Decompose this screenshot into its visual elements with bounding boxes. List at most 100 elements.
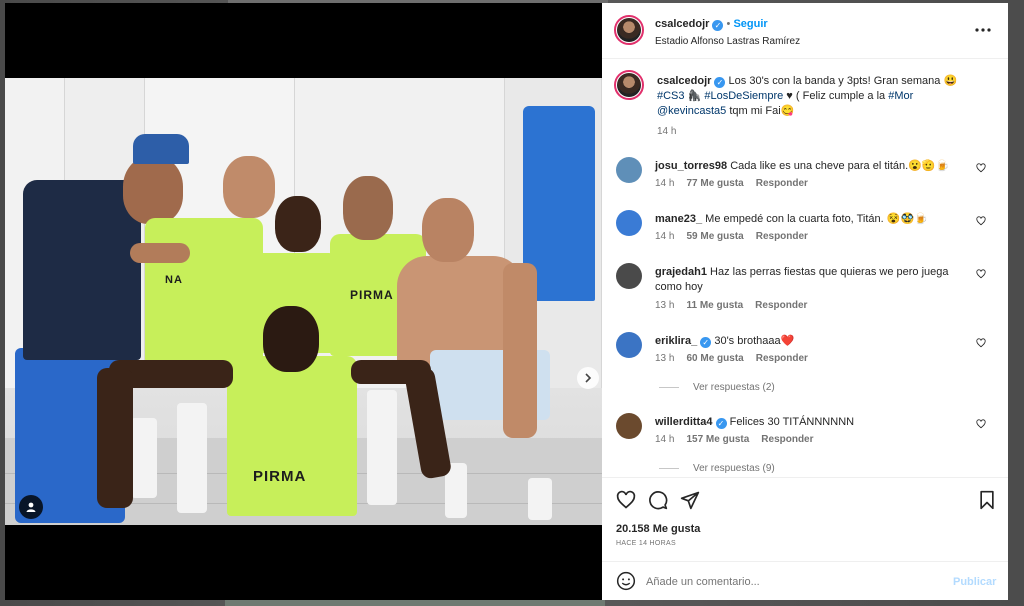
reply-button[interactable]: Responder	[756, 178, 808, 189]
person-sock	[177, 403, 207, 513]
comment-username[interactable]: grajedah1	[655, 266, 707, 278]
person-sock	[131, 418, 157, 498]
user-icon	[26, 502, 36, 512]
chevron-right-icon	[585, 373, 592, 383]
comment-like-heart-icon[interactable]	[976, 419, 986, 429]
mention-link[interactable]: @kevincasta5	[657, 105, 726, 117]
comments-list[interactable]: csalcedojr ✓ Los 30's con la banda y 3pt…	[602, 60, 1008, 476]
comment-body: 30's brothaaa❤️	[714, 335, 795, 347]
follow-button[interactable]: Seguir	[733, 18, 767, 30]
comment-like-heart-icon[interactable]	[976, 216, 986, 226]
caption-time: 14 h	[657, 126, 677, 137]
vest-logo: NA	[165, 274, 183, 286]
next-photo-button[interactable]	[577, 367, 599, 389]
comment-text: josu_torres98 Cada like es una cheve par…	[655, 159, 975, 174]
comment-username[interactable]: willerditta4	[655, 416, 712, 428]
comment-avatar[interactable]	[616, 332, 642, 358]
comment-composer: Publicar	[602, 561, 1008, 600]
reply-button[interactable]: Responder	[756, 231, 808, 242]
emoji-icon[interactable]	[616, 571, 636, 591]
comment-username[interactable]: eriklira_	[655, 335, 697, 347]
person-arm	[130, 243, 190, 263]
post-media: PIRMA NA PIRMA	[5, 3, 602, 600]
hashtag-link[interactable]: #LosDeSiempre	[704, 90, 783, 102]
comment-time: 14 h	[655, 434, 675, 445]
view-replies-button[interactable]: Ver respuestas (2)	[659, 382, 775, 393]
comment-username[interactable]: josu_torres98	[655, 160, 727, 172]
comment-likes[interactable]: 11 Me gusta	[686, 300, 743, 311]
post-panel: csalcedojr ✓ • Seguir Estadio Alfonso La…	[602, 3, 1008, 600]
separator: •	[726, 18, 731, 30]
comment-likes[interactable]: 60 Me gusta	[686, 353, 743, 364]
background-strip	[225, 600, 605, 606]
comment-avatar[interactable]	[616, 210, 642, 236]
comment-likes[interactable]: 77 Me gusta	[686, 178, 743, 189]
comment-like-heart-icon[interactable]	[976, 338, 986, 348]
caption-username[interactable]: csalcedojr	[657, 75, 711, 87]
caption: csalcedojr ✓ Los 30's con la banda y 3pt…	[614, 70, 996, 142]
comment-avatar[interactable]	[616, 413, 642, 439]
comment-avatar[interactable]	[616, 157, 642, 183]
comment-meta: 13 h 11 Me gusta Responder	[655, 300, 819, 311]
verified-badge-icon: ✓	[712, 20, 724, 31]
person-head	[422, 198, 474, 262]
comment-body: Me empedé con la cuarta foto, Titán. 😵🥸🍺	[705, 213, 928, 225]
reply-button[interactable]: Responder	[755, 300, 807, 311]
reply-button[interactable]: Responder	[756, 353, 808, 364]
hashtag-link[interactable]: #Mor	[888, 90, 913, 102]
vest-logo: PIRMA	[350, 288, 394, 302]
comment-input[interactable]	[646, 571, 936, 593]
bookmark-icon[interactable]	[978, 490, 996, 510]
comment-avatar[interactable]	[616, 263, 642, 289]
reply-button[interactable]: Responder	[761, 434, 813, 445]
post-date: HACE 14 HORAS	[616, 540, 676, 547]
comment-text: mane23_ Me empedé con la cuarta foto, Ti…	[655, 212, 975, 227]
comment-time: 13 h	[655, 353, 675, 364]
comment-like-heart-icon[interactable]	[976, 163, 986, 173]
person-sock	[528, 478, 552, 520]
person-arm	[97, 368, 133, 508]
comment-text: grajedah1 Haz las perras fiestas que qui…	[655, 265, 970, 295]
person-head	[123, 156, 183, 224]
author-username[interactable]: csalcedojr	[655, 18, 709, 30]
author-avatar[interactable]	[614, 15, 644, 45]
comment-meta: 14 h 59 Me gusta Responder	[655, 231, 820, 242]
comment-meta: 14 h 157 Me gusta Responder	[655, 434, 826, 445]
more-options-button[interactable]	[975, 24, 991, 36]
caption-emoji: 🦍	[687, 90, 702, 102]
post-actions: 20.158 Me gusta HACE 14 HORAS	[602, 477, 1008, 547]
caption-line: ♥ ( Feliz cumple a la	[786, 90, 886, 102]
comment-username[interactable]: mane23_	[655, 213, 702, 225]
caption-line: tqm mi Fai😋	[729, 105, 795, 117]
heart-icon[interactable]	[616, 490, 636, 510]
person-arm	[503, 263, 537, 438]
send-icon[interactable]	[680, 490, 700, 510]
vest-logo: PIRMA	[253, 468, 307, 485]
verified-badge-icon: ✓	[714, 77, 726, 88]
hashtag-link[interactable]: #CS3	[657, 90, 685, 102]
comment-likes[interactable]: 59 Me gusta	[686, 231, 743, 242]
person-head	[343, 176, 393, 240]
caption-line: Los 30's con la banda y 3pts! Gran seman…	[728, 75, 958, 87]
verified-badge-icon: ✓	[715, 418, 727, 429]
caption-text: csalcedojr ✓ Los 30's con la banda y 3pt…	[657, 74, 987, 119]
view-replies-button[interactable]: Ver respuestas (9)	[659, 463, 775, 474]
person-vest	[145, 218, 263, 363]
publish-button[interactable]: Publicar	[953, 576, 996, 588]
tagged-users-button[interactable]	[19, 495, 43, 519]
comment-text: willerditta4 ✓ Felices 30 TITÁNNNNNN	[655, 415, 975, 430]
location-link[interactable]: Estadio Alfonso Lastras Ramírez	[655, 36, 800, 47]
comment-body: Felices 30 TITÁNNNNNN	[729, 416, 855, 428]
likes-count[interactable]: 20.158 Me gusta	[616, 523, 700, 535]
comment-likes[interactable]: 157 Me gusta	[686, 434, 749, 445]
post-photo[interactable]: PIRMA NA PIRMA	[5, 78, 602, 525]
comment-time: 14 h	[655, 178, 675, 189]
person-sock	[367, 390, 397, 505]
comment-icon[interactable]	[648, 490, 668, 510]
more-horizontal-icon	[975, 28, 991, 32]
person-head	[263, 306, 319, 372]
comment-like-heart-icon[interactable]	[976, 269, 986, 279]
person-head	[223, 156, 275, 218]
caption-avatar[interactable]	[614, 70, 644, 100]
comment-meta: 13 h 60 Me gusta Responder	[655, 353, 820, 364]
